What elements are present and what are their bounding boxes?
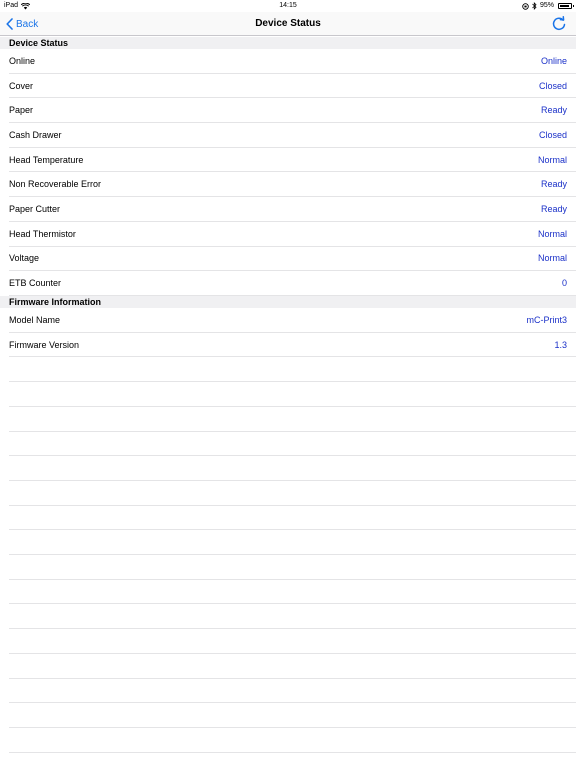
row-label: Cash Drawer (9, 129, 62, 140)
empty-row-separator (9, 603, 576, 605)
row-label: Voltage (9, 253, 40, 264)
row-label: ETB Counter (9, 278, 62, 289)
row-value: Normal (537, 253, 567, 264)
table-row: Paper Cutter Ready (9, 197, 576, 222)
row-value: 0 (561, 278, 567, 289)
row-label: Firmware Version (9, 339, 80, 350)
empty-row-separator (9, 578, 576, 580)
table-row: Paper Ready (9, 98, 576, 124)
row-label: Paper Cutter (9, 204, 61, 215)
row-value: Closed (538, 129, 567, 140)
section-header: Firmware Information (0, 296, 576, 308)
empty-row-separator (9, 751, 576, 753)
status-bar: iPad 14:15 95% (0, 0, 576, 12)
empty-row-separator (9, 554, 576, 555)
empty-row-separator (9, 628, 576, 630)
empty-row-separator (9, 430, 576, 432)
empty-row-separator (9, 702, 576, 704)
empty-row-separator (9, 677, 576, 679)
table-row: Voltage Normal (9, 247, 576, 272)
orientation-lock-icon (522, 2, 529, 10)
empty-row-separator (9, 405, 576, 407)
empty-row-separator (9, 504, 576, 506)
table-row: Online Online (9, 49, 576, 74)
table-row: Cash Drawer Closed (9, 123, 576, 148)
row-label: Cover (9, 80, 34, 91)
row-label: Model Name (9, 314, 61, 325)
row-value: Ready (540, 204, 567, 215)
row-value: Normal (537, 154, 567, 165)
row-value: Closed (538, 80, 567, 91)
battery-percent: 95% (539, 2, 554, 9)
row-label: Paper (9, 105, 34, 116)
table-row: ETB Counter 0 (9, 271, 576, 296)
refresh-icon[interactable] (550, 15, 568, 33)
empty-row-separator (9, 726, 576, 728)
empty-row-separator (9, 529, 576, 531)
empty-row-separator (9, 381, 576, 383)
battery-icon (558, 3, 574, 9)
row-value: Ready (540, 105, 567, 116)
status-bar-time: 14:15 (279, 2, 297, 9)
navigation-bar: Back Device Status (0, 12, 576, 36)
table-row: Firmware Version 1.3 (9, 333, 576, 358)
section-header: Device Status (0, 37, 576, 49)
row-value: Normal (537, 228, 567, 239)
row-value: 1.3 (554, 339, 567, 350)
bluetooth-icon (532, 2, 537, 10)
row-label: Head Temperature (9, 154, 84, 165)
row-value: Online (540, 55, 567, 66)
empty-row-separator (9, 479, 576, 481)
table-row: Cover Closed (9, 74, 576, 99)
empty-row-separator (9, 455, 576, 457)
status-bar-right: 95% (522, 0, 574, 12)
table-row: Head Thermistor Normal (9, 222, 576, 247)
table-row: Non Recoverable Error Ready (9, 173, 576, 198)
table-row: Model Name mC-Print3 (9, 308, 576, 333)
row-label: Non Recoverable Error (9, 179, 102, 190)
row-value: mC-Print3 (526, 314, 567, 325)
table-row: Head Temperature Normal (9, 148, 576, 173)
empty-row-separator (9, 652, 576, 654)
row-value: Ready (540, 179, 567, 190)
row-label: Head Thermistor (9, 228, 76, 239)
page-title: Device Status (255, 18, 321, 29)
row-label: Online (9, 55, 36, 66)
